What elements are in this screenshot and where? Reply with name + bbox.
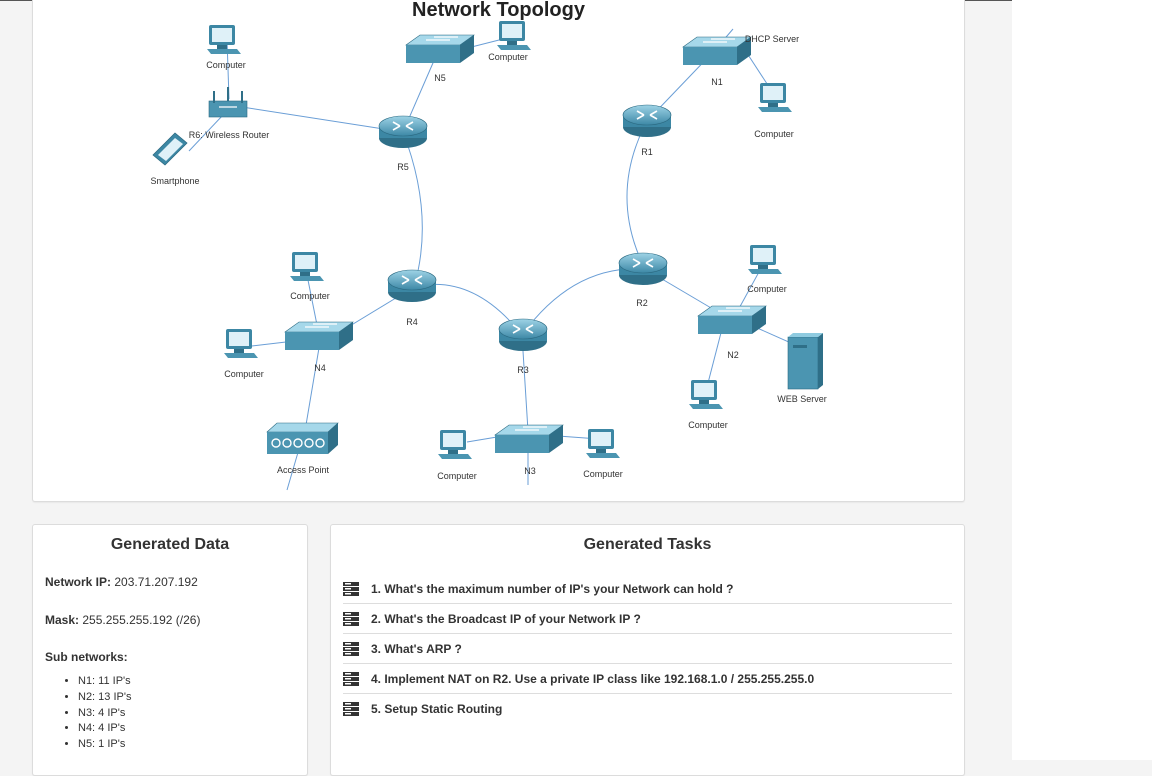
- mask-row: Mask: 255.255.255.192 (/26): [45, 613, 200, 627]
- computer-label: Computer: [688, 420, 728, 430]
- topology-panel: Network Topology Computer R6: Wireless R…: [32, 0, 965, 502]
- web-server-icon: [787, 333, 823, 390]
- generated-tasks-title: Generated Tasks: [583, 536, 712, 553]
- computer-icon: [586, 429, 620, 458]
- switch-n1: [682, 36, 752, 66]
- n5-label: N5: [434, 73, 446, 83]
- subnet-item: N3: 4 IP's: [78, 706, 131, 722]
- wireless-router-icon: [208, 87, 248, 118]
- r2-label: R2: [636, 298, 648, 308]
- access-point-label: Access Point: [277, 465, 330, 475]
- computer-icon: [758, 83, 792, 112]
- network-ip-label: Network IP:: [45, 575, 112, 589]
- mask-value: 255.255.255.192 (/26): [82, 613, 201, 627]
- access-point-icon: [266, 422, 339, 454]
- computer-label: Computer: [583, 469, 623, 479]
- task-item-3[interactable]: 3. What's ARP ?: [343, 634, 952, 664]
- router-r4: [387, 269, 437, 303]
- dhcp-label: DHCP Server: [745, 34, 799, 44]
- switch-n3: [494, 424, 564, 454]
- network-ip-row: Network IP: 203.71.207.192: [45, 575, 198, 589]
- task-text: 1. What's the maximum number of IP's you…: [371, 581, 734, 596]
- topology-diagram: Computer R6: Wireless Router Smartphone …: [150, 21, 827, 491]
- computer-icon: [224, 329, 258, 358]
- n1-label: N1: [711, 77, 723, 87]
- task-list: 1. What's the maximum number of IP's you…: [343, 574, 952, 723]
- network-ip-value: 203.71.207.192: [114, 575, 198, 589]
- router-r1: [622, 104, 672, 138]
- computer-icon: [290, 252, 324, 281]
- switch-n4: [284, 321, 354, 351]
- server-icon: [343, 611, 359, 626]
- smartphone-label: Smartphone: [150, 176, 199, 186]
- task-item-4[interactable]: 4. Implement NAT on R2. Use a private IP…: [343, 664, 952, 694]
- router-r2: [618, 252, 668, 286]
- task-item-5[interactable]: 5. Setup Static Routing: [343, 694, 952, 723]
- subnetworks-list: N1: 11 IP's N2: 13 IP's N3: 4 IP's N4: 4…: [64, 674, 131, 753]
- computer-label: Computer: [754, 129, 794, 139]
- switch-n2: [697, 305, 767, 335]
- computer-label: Computer: [488, 52, 528, 62]
- generated-data-panel: Generated Data Network IP: 203.71.207.19…: [32, 524, 308, 776]
- generated-data-title: Generated Data: [110, 536, 230, 553]
- router-r5: [378, 115, 428, 149]
- subnet-item: N5: 1 IP's: [78, 737, 131, 753]
- web-server-label: WEB Server: [777, 394, 827, 404]
- server-icon: [343, 701, 359, 716]
- task-text: 4. Implement NAT on R2. Use a private IP…: [371, 671, 815, 686]
- task-text: 2. What's the Broadcast IP of your Netwo…: [371, 611, 641, 626]
- computer-icon: [748, 245, 782, 274]
- server-icon: [343, 641, 359, 656]
- r1-label: R1: [641, 147, 653, 157]
- task-text: 3. What's ARP ?: [371, 641, 462, 656]
- subnet-item: N2: 13 IP's: [78, 690, 131, 706]
- task-text: 5. Setup Static Routing: [371, 701, 503, 716]
- right-margin: [1012, 0, 1152, 760]
- server-icon: [343, 581, 359, 596]
- computer-label: Computer: [224, 369, 264, 379]
- n2-label: N2: [727, 350, 739, 360]
- n4-label: N4: [314, 363, 326, 373]
- subnet-item: N1: 11 IP's: [78, 674, 131, 690]
- computer-label: Computer: [437, 471, 477, 481]
- task-item-1[interactable]: 1. What's the maximum number of IP's you…: [343, 574, 952, 604]
- computer-label: Computer: [747, 284, 787, 294]
- subnetworks-title: Sub networks:: [45, 650, 128, 664]
- computer-icon: [497, 21, 531, 50]
- subnet-item: N4: 4 IP's: [78, 721, 131, 737]
- mask-label: Mask:: [45, 613, 80, 627]
- r6-label: R6: Wireless Router: [189, 130, 270, 140]
- server-icon: [343, 671, 359, 686]
- r3-label: R3: [517, 365, 529, 375]
- generated-tasks-panel: Generated Tasks 1. What's the maximum nu…: [330, 524, 965, 776]
- computer-icon: [438, 430, 472, 459]
- r4-label: R4: [406, 317, 418, 327]
- computer-icon: [689, 380, 723, 409]
- router-r3: [498, 318, 548, 352]
- task-item-2[interactable]: 2. What's the Broadcast IP of your Netwo…: [343, 604, 952, 634]
- smartphone-icon: [152, 132, 188, 166]
- n3-label: N3: [524, 466, 536, 476]
- computer-icon: [207, 25, 241, 54]
- switch-n5: [405, 34, 475, 64]
- computer-label: Computer: [290, 291, 330, 301]
- r5-label: R5: [397, 162, 409, 172]
- computer-label: Computer: [206, 60, 246, 70]
